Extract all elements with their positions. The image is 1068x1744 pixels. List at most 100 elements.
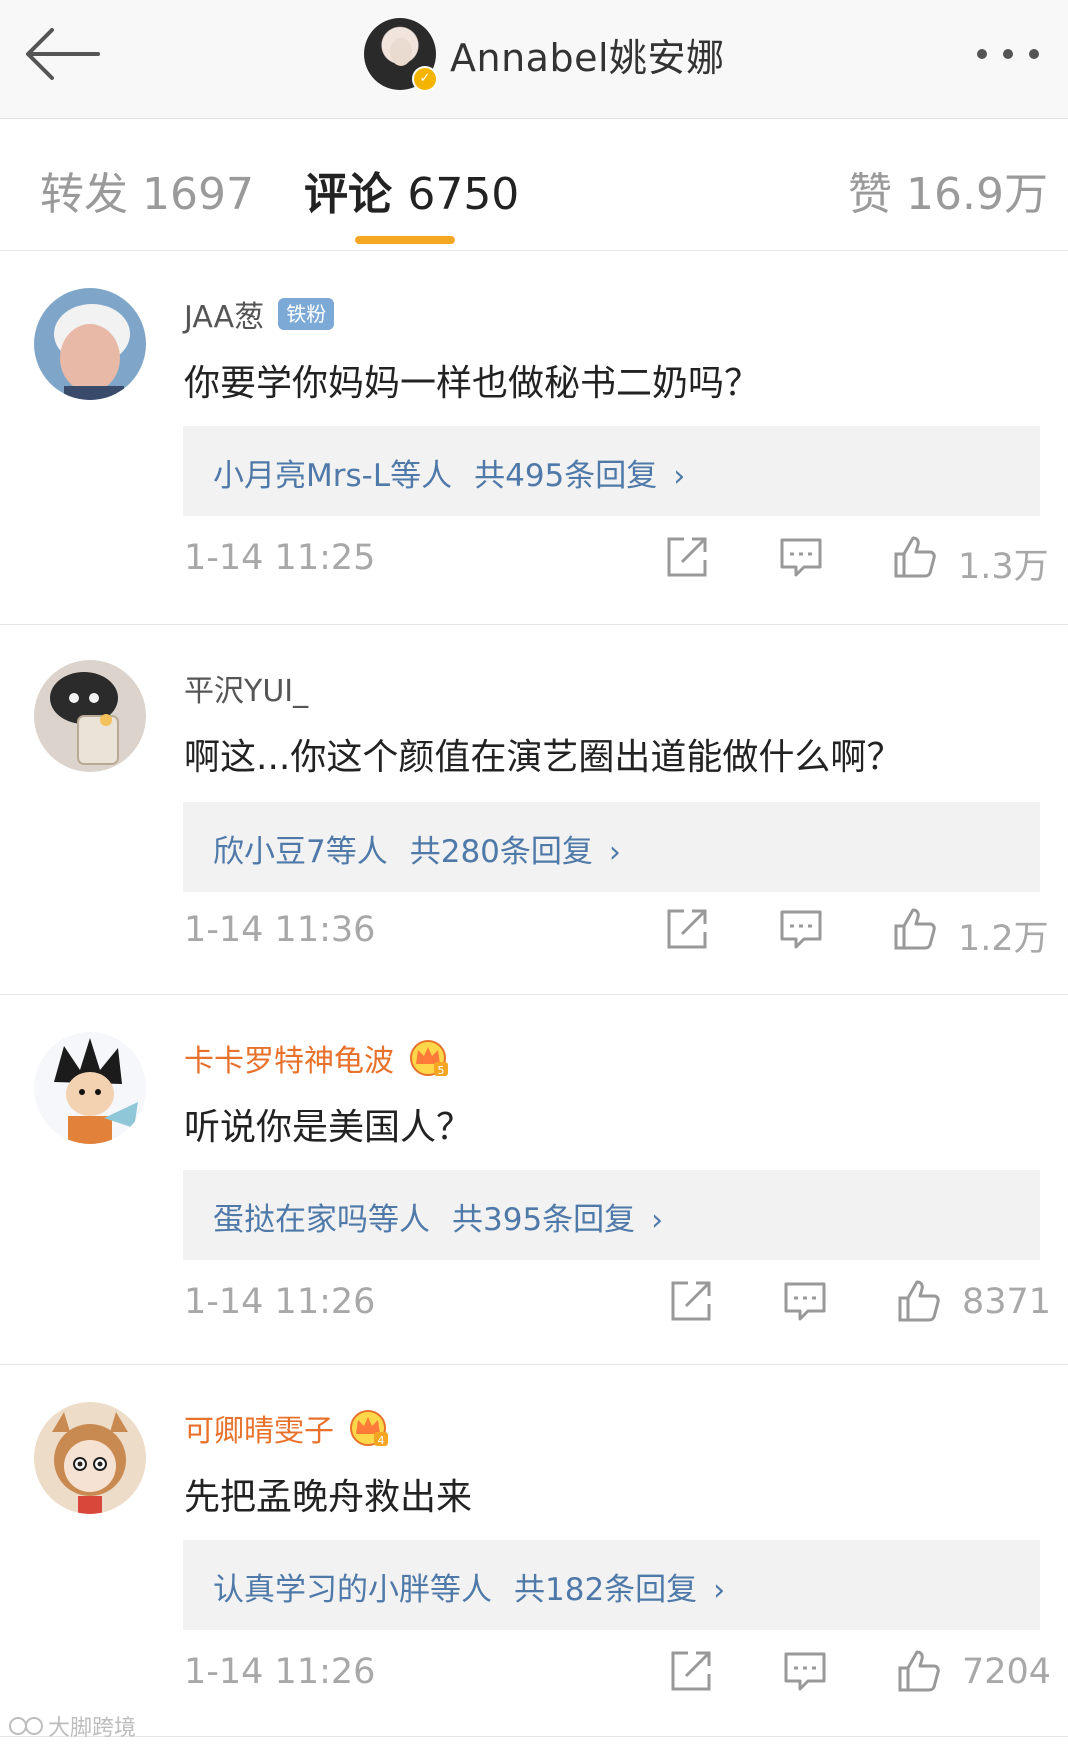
tab-bar: 转发 1697 评论 6750 赞 16.9万 (0, 118, 1068, 251)
reply-count: 共395条回复 (452, 1202, 636, 1238)
replies-link[interactable]: 认真学习的小胖等人 共182条回复 › (183, 1540, 1040, 1630)
thumbs-up-icon (894, 536, 936, 578)
thumbs-up-icon (894, 908, 936, 950)
replies-link[interactable]: 蛋挞在家吗等人 共395条回复 › (183, 1170, 1040, 1260)
watermark-text: 大脚跨境 (48, 1716, 137, 1741)
watermark-logo-icon (9, 1717, 43, 1735)
share-button[interactable] (664, 534, 710, 580)
comment-text: 听说你是美国人？ (184, 1107, 473, 1148)
avatar-image (34, 1032, 146, 1144)
comment-time: 1-14 11:26 (184, 1282, 376, 1322)
comment-bubble-icon (780, 910, 822, 949)
comment-bubble-icon (784, 1282, 826, 1321)
avatar[interactable] (34, 660, 146, 772)
share-button[interactable] (668, 1648, 714, 1694)
username-text: 平沢YUI_ (184, 674, 309, 709)
comment-username[interactable]: 平沢YUI_ (184, 666, 308, 710)
share-icon (671, 1281, 711, 1321)
crown-level: 5 (438, 1064, 445, 1077)
comment-item: JAA葱 铁粉 你要学你妈妈一样也做秘书二奶吗？ 小月亮Mrs-L等人 共495条… (0, 250, 1068, 625)
avatar[interactable] (34, 1402, 146, 1514)
replies-summary: 认真学习的小胖等人 共182条回复 › (213, 1564, 725, 1609)
tab-reposts[interactable]: 转发 1697 (40, 158, 254, 222)
comment-button[interactable] (778, 906, 824, 952)
like-count: 7204 (962, 1652, 1052, 1692)
profile-header[interactable]: ✓ Annabel姚安娜 (364, 18, 725, 92)
like-button[interactable] (892, 906, 938, 952)
avatar-image (34, 1402, 146, 1514)
thumbs-up-icon (898, 1650, 940, 1692)
tab-likes[interactable]: 赞 16.9万 (848, 158, 1048, 222)
like-count: 1.3万 (958, 547, 1049, 587)
active-tab-indicator (355, 236, 455, 244)
like-button[interactable] (892, 534, 938, 580)
tab-comments-label: 评论 (304, 169, 392, 220)
chevron-right-icon: › (608, 835, 621, 870)
reply-count: 共495条回复 (474, 458, 658, 494)
replies-summary: 欣小豆7等人 共280条回复 › (213, 826, 621, 871)
verified-icon: ✓ (412, 66, 438, 92)
comment-time: 1-14 11:36 (184, 910, 376, 950)
replies-link[interactable]: 欣小豆7等人 共280条回复 › (183, 802, 1040, 892)
avatar-face (390, 38, 412, 66)
reply-count: 共182条回复 (514, 1572, 698, 1608)
username-text: 卡卡罗特神龟波 (184, 1044, 394, 1079)
like-button[interactable] (896, 1648, 942, 1694)
crown-level: 4 (378, 1434, 385, 1447)
vip-crown-icon: 4 (350, 1410, 388, 1447)
more-button[interactable] (970, 34, 1050, 74)
avatar-image (34, 288, 146, 400)
more-dots-icon (977, 49, 1039, 59)
reply-users: 小月亮Mrs-L等人 (213, 458, 453, 494)
tab-reposts-label: 转发 (40, 169, 128, 220)
tab-comments[interactable]: 评论 6750 (304, 158, 519, 222)
share-button[interactable] (664, 906, 710, 952)
share-icon (667, 909, 707, 949)
fan-badge: 铁粉 (278, 298, 335, 330)
chevron-right-icon: › (713, 1573, 726, 1608)
comment-username[interactable]: 可卿晴雯子 4 (184, 1406, 390, 1450)
back-button[interactable] (22, 24, 102, 84)
comment-button[interactable] (782, 1648, 828, 1694)
replies-link[interactable]: 小月亮Mrs-L等人 共495条回复 › (183, 426, 1040, 516)
comment-bubble-icon (780, 538, 822, 577)
comment-time: 1-14 11:26 (184, 1652, 376, 1692)
avatar-image (34, 660, 146, 772)
comment-button[interactable] (782, 1278, 828, 1324)
like-count: 1.2万 (958, 919, 1049, 959)
avatar[interactable] (34, 1032, 146, 1144)
reply-users: 蛋挞在家吗等人 (213, 1202, 430, 1238)
comment-bubble-icon (784, 1652, 826, 1691)
comment-button[interactable] (778, 534, 824, 580)
comment-item: 卡卡罗特神龟波 5 听说你是美国人？ 蛋挞在家吗等人 共395条回复 › 1-14 … (0, 994, 1068, 1365)
like-button[interactable] (896, 1278, 942, 1324)
comment-text: 先把孟晚舟救出来 (184, 1477, 473, 1518)
tab-likes-count: 16.9万 (906, 169, 1048, 220)
comment-text: 你要学你妈妈一样也做秘书二奶吗？ (184, 363, 761, 404)
profile-name: Annabel姚安娜 (450, 35, 725, 80)
tab-likes-label: 赞 (848, 169, 892, 220)
reply-users: 认真学习的小胖等人 (213, 1572, 492, 1608)
thumbs-up-icon (898, 1280, 940, 1322)
chevron-right-icon: › (673, 459, 686, 494)
share-button[interactable] (668, 1278, 714, 1324)
share-icon (667, 537, 707, 577)
replies-summary: 小月亮Mrs-L等人 共495条回复 › (213, 450, 685, 495)
avatar[interactable]: ✓ (364, 18, 438, 92)
comment-text: 啊这...你这个颜值在演艺圈出道能做什么啊？ (184, 737, 903, 778)
replies-summary: 蛋挞在家吗等人 共395条回复 › (213, 1194, 663, 1239)
username-text: JAA葱 (184, 300, 265, 335)
tab-reposts-count: 1697 (142, 169, 254, 220)
comment-username[interactable]: JAA葱 铁粉 (184, 292, 335, 336)
like-count: 8371 (962, 1282, 1052, 1322)
comment-username[interactable]: 卡卡罗特神龟波 5 (184, 1036, 450, 1080)
tab-comments-count: 6750 (407, 169, 520, 220)
watermark: 大脚跨境 (8, 1710, 136, 1742)
chevron-right-icon: › (651, 1203, 664, 1238)
comment-time: 1-14 11:25 (184, 538, 376, 578)
back-arrow-icon (26, 28, 100, 80)
comment-item: 可卿晴雯子 4 先把孟晚舟救出来 认真学习的小胖等人 共182条回复 › 1-14 … (0, 1364, 1068, 1737)
username-text: 可卿晴雯子 (184, 1414, 334, 1449)
share-icon (671, 1651, 711, 1691)
avatar[interactable] (34, 288, 146, 400)
